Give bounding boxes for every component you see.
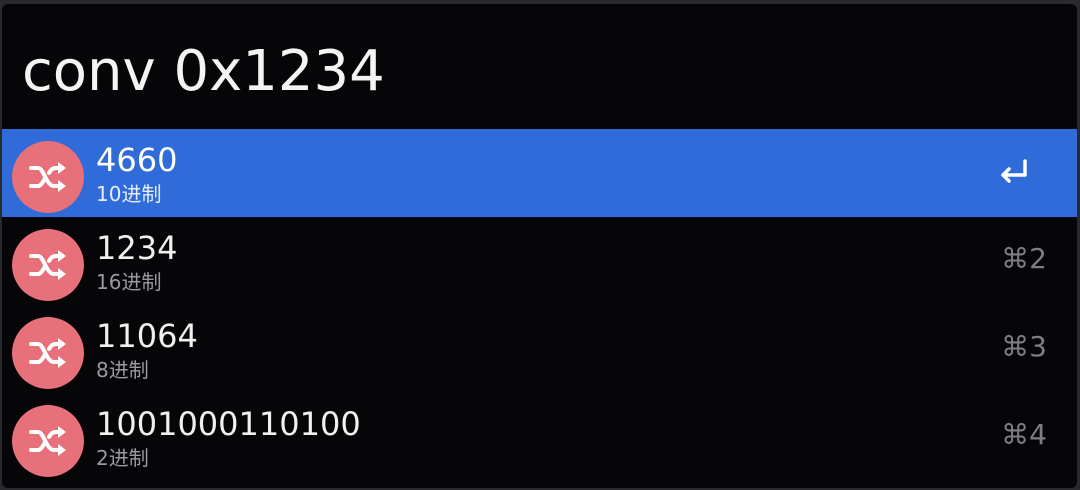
result-subtitle: 2进制: [96, 446, 149, 470]
result-title: 11064: [96, 317, 198, 355]
result-row-hexadecimal[interactable]: 1234 16进制 ⌘2: [2, 217, 1077, 305]
shortcut-hint: ⌘3: [1001, 330, 1047, 363]
result-row-binary[interactable]: 1001000110100 2进制 ⌘4: [2, 393, 1077, 481]
result-subtitle: 10进制: [96, 182, 162, 206]
result-title: 1001000110100: [96, 405, 361, 443]
results-list: 4660 10进制 1234 16进制 ⌘2 11064 8进制 ⌘3 1001…: [2, 129, 1077, 481]
launcher-window: conv 0x1234 4660 10进制 1234 16进制 ⌘2 11064…: [2, 4, 1077, 488]
result-row-decimal[interactable]: 4660 10进制: [2, 129, 1077, 217]
shuffle-icon: [12, 229, 84, 301]
shuffle-icon: [12, 405, 84, 477]
result-subtitle: 8进制: [96, 358, 149, 382]
shortcut-hint: ⌘4: [1001, 418, 1047, 451]
result-row-octal[interactable]: 11064 8进制 ⌘3: [2, 305, 1077, 393]
result-title: 1234: [96, 229, 178, 267]
shortcut-hint: ⌘2: [1001, 242, 1047, 275]
result-title: 4660: [96, 141, 178, 179]
return-icon: [1001, 159, 1027, 183]
result-subtitle: 16进制: [96, 270, 162, 294]
shuffle-icon: [12, 317, 84, 389]
search-input[interactable]: conv 0x1234: [22, 36, 385, 108]
shuffle-icon: [12, 141, 84, 213]
